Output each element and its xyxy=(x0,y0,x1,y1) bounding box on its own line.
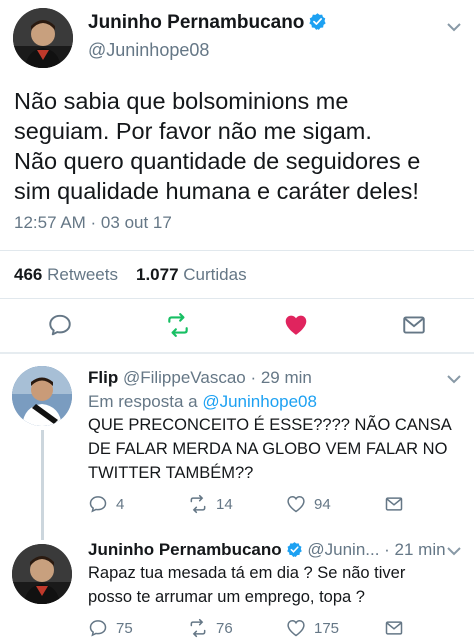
reply-text-line: DE FALAR MERDA NA GLOBO VEM FALAR NO xyxy=(88,440,448,458)
like-button[interactable]: 94 xyxy=(286,494,331,514)
reply-author-name: Juninho Pernambucano xyxy=(88,540,282,559)
like-count: 94 xyxy=(314,495,331,513)
avatar[interactable] xyxy=(13,8,73,68)
reply-actions: 75 76 175 xyxy=(88,618,468,642)
retweet-button[interactable]: 76 xyxy=(188,618,233,638)
tweet-timestamp[interactable]: 12:57 AM · 03 out 17 xyxy=(14,213,172,233)
avatar[interactable] xyxy=(12,366,72,426)
tweet-line: sim qualidade humana e caráter deles! xyxy=(14,178,419,204)
like-count: 175 xyxy=(314,619,340,637)
chevron-down-icon[interactable] xyxy=(446,22,462,32)
reply-icon xyxy=(89,620,107,637)
like-button[interactable]: 175 xyxy=(286,618,339,638)
message-icon[interactable] xyxy=(401,312,427,338)
engagement-stats: 466 Retweets 1.077 Curtidas xyxy=(14,265,247,285)
reply-header[interactable]: Flip @FilippeVascao · 29 min xyxy=(88,368,312,388)
reply-text-line: posso te arrumar um emprego, topa ? xyxy=(88,588,365,606)
reply-icon xyxy=(89,496,107,513)
message-icon xyxy=(385,497,403,511)
retweet-icon[interactable] xyxy=(165,312,191,338)
verified-icon xyxy=(286,542,302,557)
in-reply-to: Em resposta a @Juninhope08 xyxy=(88,392,317,412)
reply-icon[interactable] xyxy=(47,312,73,338)
like-icon xyxy=(287,619,305,637)
avatar[interactable] xyxy=(12,544,72,604)
retweet-count: 76 xyxy=(216,619,233,637)
tweet-line: seguiam. Por favor não me sigam. xyxy=(14,118,372,144)
retweet-icon xyxy=(190,494,206,514)
divider xyxy=(0,250,474,251)
author-name-text: Juninho Pernambucano xyxy=(88,12,305,33)
reply-header[interactable]: Juninho Pernambucano @Junin... · 21 min xyxy=(88,540,446,560)
reply-handle-time: @Junin... · 21 min xyxy=(307,540,446,559)
thread-line xyxy=(41,526,44,540)
like-icon[interactable] xyxy=(283,312,309,338)
thread-line xyxy=(41,430,44,526)
reply-text-line: QUE PRECONCEITO É ESSE???? NÃO CANSA xyxy=(88,416,452,434)
reply-button[interactable]: 75 xyxy=(88,618,133,638)
reply-button[interactable]: 4 xyxy=(88,494,124,514)
author-handle[interactable]: @Juninhope08 xyxy=(88,40,209,61)
likes-stat[interactable]: 1.077 Curtidas xyxy=(136,265,247,284)
reply-tweet[interactable]: Flip @FilippeVascao · 29 min Em resposta… xyxy=(0,354,474,526)
reply-actions: 4 14 94 xyxy=(88,494,468,518)
reply-author-name: Flip xyxy=(88,368,119,387)
tweet-line: Não quero quantidade de seguidores e xyxy=(14,148,421,174)
reply-count: 4 xyxy=(116,495,125,513)
likes-count: 1.077 xyxy=(135,265,179,284)
retweets-stat[interactable]: 466 Retweets xyxy=(14,265,118,284)
retweet-icon xyxy=(190,618,206,638)
retweets-label: Retweets xyxy=(47,265,118,284)
reply-handle-time: @FilippeVascao · 29 min xyxy=(122,368,312,387)
message-button[interactable] xyxy=(384,618,404,638)
reply-count: 75 xyxy=(116,619,133,637)
chevron-down-icon[interactable] xyxy=(446,374,462,384)
reply-text-line: TWITTER TAMBÉM?? xyxy=(88,464,254,482)
like-icon xyxy=(287,495,305,513)
retweet-button[interactable]: 14 xyxy=(188,494,233,514)
author-name[interactable]: Juninho Pernambucano xyxy=(88,12,327,34)
in-reply-prefix: Em resposta a xyxy=(88,392,198,411)
tweet-line: Não sabia que bolsominions me xyxy=(14,88,349,114)
tweet-text: Não sabia que bolsominions me seguiam. P… xyxy=(14,86,470,206)
retweet-count: 14 xyxy=(216,495,233,513)
main-tweet: Juninho Pernambucano @Juninhope08 Não sa… xyxy=(0,0,474,353)
reply-text-line: Rapaz tua mesada tá em dia ? Se não tive… xyxy=(88,564,406,582)
message-button[interactable] xyxy=(384,494,404,514)
reply-tweet[interactable]: Juninho Pernambucano @Junin... · 21 min … xyxy=(0,526,474,643)
in-reply-handle-link[interactable]: @Juninhope08 xyxy=(202,392,317,411)
chevron-down-icon[interactable] xyxy=(446,546,462,556)
divider xyxy=(0,298,474,299)
likes-label: Curtidas xyxy=(183,265,247,284)
retweets-count: 466 xyxy=(14,265,43,284)
message-icon xyxy=(385,621,403,635)
verified-icon xyxy=(309,13,327,30)
